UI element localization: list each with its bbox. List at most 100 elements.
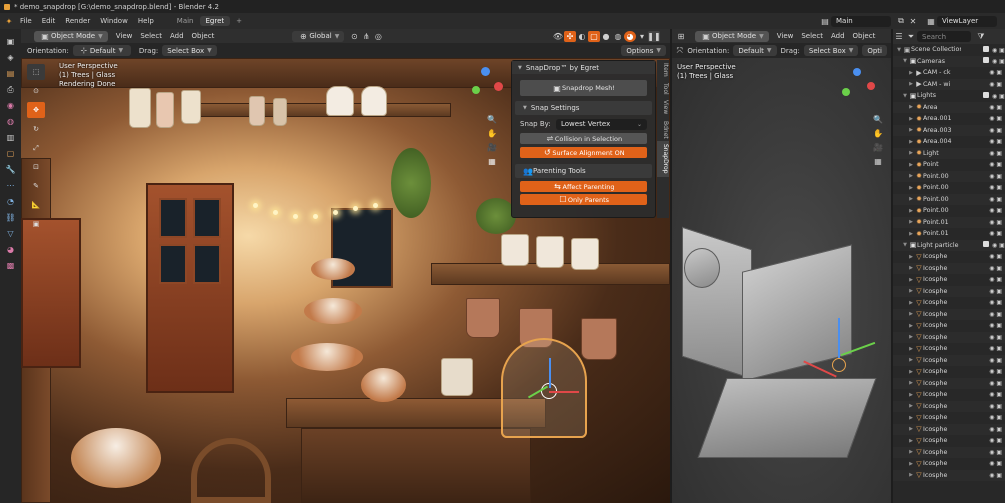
menu-view[interactable]: View [112, 32, 137, 40]
collision-in-selection-button[interactable]: ⇌ Collision in Selection [520, 133, 647, 144]
eye-camera-icon[interactable]: ◉ ▣ [989, 104, 1002, 111]
include-checkbox[interactable] [983, 91, 989, 98]
expand-chevron-icon[interactable]: ▶ [907, 323, 915, 329]
outliner-object-row[interactable]: ▶ ▽ Icosphe ◉ ▣ [893, 354, 1005, 366]
collapse-chevron-icon[interactable]: ▼ [518, 65, 522, 71]
expand-chevron-icon[interactable]: ▶ [907, 369, 915, 375]
outliner-object-row[interactable]: ▶ ✹ Area.004 ◉ ▣ [893, 136, 1005, 148]
snapdrop-mesh-button[interactable]: ▣ Snapdrop Mesh! [520, 80, 647, 96]
pause-render-icon[interactable]: ❚❚ [647, 30, 661, 42]
transform-icon[interactable]: ⤧ [674, 45, 685, 56]
outliner-object-row[interactable]: ▶ ▽ Icosphe ◉ ▣ [893, 274, 1005, 286]
eye-camera-icon[interactable]: ◉ ▣ [989, 322, 1002, 329]
menu-object[interactable]: Object [188, 32, 219, 40]
menu-edit[interactable]: Edit [37, 17, 61, 25]
snap-by-dropdown[interactable]: Lowest Vertex ⌄ [556, 118, 647, 130]
expand-chevron-icon[interactable]: ▶ [907, 380, 915, 386]
expand-chevron-icon[interactable]: ▶ [907, 472, 915, 478]
overlay-icon[interactable]: ◐ [576, 31, 588, 42]
visibility-toggles[interactable]: ◉ ▣ [983, 241, 1005, 249]
outliner-object-row[interactable]: ▶ ▶ CAM - ck ◉ ▣ [893, 67, 1005, 79]
navigation-gizmo[interactable] [466, 64, 506, 104]
material-icon[interactable]: ◕ [3, 243, 18, 256]
tab-egret[interactable]: Egret [199, 16, 231, 26]
expand-chevron-icon[interactable]: ▶ [907, 162, 915, 168]
drag-dropdown[interactable]: Select Box ▼ [162, 45, 217, 56]
include-checkbox[interactable] [983, 57, 989, 64]
gizmo-x-axis[interactable] [549, 391, 579, 393]
outliner-object-row[interactable]: ▶ ✹ Area ◉ ▣ [893, 101, 1005, 113]
outliner-object-row[interactable]: ▶ ✹ Point.01 ◉ ▣ [893, 228, 1005, 240]
eye-camera-icon[interactable]: ◉ ▣ [989, 288, 1002, 295]
right-menu-view[interactable]: View [773, 32, 798, 40]
expand-chevron-icon[interactable]: ▶ [907, 392, 915, 398]
gizmo-z-ball[interactable] [853, 68, 861, 76]
eye-camera-icon[interactable]: ◉ ▣ [989, 368, 1002, 375]
eye-camera-icon[interactable]: ◉ ▣ [989, 345, 1002, 352]
visibility-toggles[interactable]: ◉ ▣ [983, 161, 1005, 168]
orientation-dropdown[interactable]: ⊹ Default ▼ [72, 45, 131, 56]
visibility-toggles[interactable]: ◉ ▣ [983, 81, 1005, 88]
tab-tool[interactable]: Tool [657, 80, 669, 98]
affect-parenting-button[interactable]: ⇆ Affect Parenting [520, 181, 647, 192]
outliner-object-row[interactable]: ▶ ▽ Icosphe ◉ ▣ [893, 308, 1005, 320]
expand-chevron-icon[interactable]: ▼ [895, 47, 903, 53]
funnel-icon[interactable]: ⧩ [975, 31, 987, 42]
eye-camera-icon[interactable]: ◉ ▣ [989, 311, 1002, 318]
expand-chevron-icon[interactable]: ▶ [907, 438, 915, 444]
eye-camera-icon[interactable]: ◉ ▣ [989, 196, 1002, 203]
outliner-collection-row[interactable]: ▼ ▣ Light particle ◉ ▣ [893, 239, 1005, 251]
grid-view-icon[interactable]: ▦ [872, 156, 884, 167]
add-cube-tool-icon[interactable]: ▣ [27, 216, 45, 232]
outliner-object-row[interactable]: ▶ ✹ Point.00 ◉ ▣ [893, 193, 1005, 205]
copy-scene-icon[interactable]: ⧉ [895, 16, 907, 27]
tab-snapdrop[interactable]: SnapDrop [657, 141, 669, 177]
selected-dome-outline[interactable] [832, 358, 846, 372]
visibility-toggles[interactable]: ◉ ▣ [983, 219, 1005, 226]
eye-camera-icon[interactable]: ◉ ▣ [989, 299, 1002, 306]
expand-chevron-icon[interactable]: ▼ [901, 58, 909, 64]
proportional-edit-icon[interactable]: ◎ [372, 31, 384, 42]
zoom-icon[interactable]: 🔍 [486, 114, 498, 125]
eye-camera-icon[interactable]: ◉ ▣ [989, 115, 1002, 122]
expand-chevron-icon[interactable]: ▶ [907, 185, 915, 191]
gizmo-z-axis[interactable] [838, 318, 840, 358]
render-shading-icon[interactable]: ◕ [624, 30, 636, 42]
modifier-icon[interactable]: 🔧 [3, 163, 18, 176]
eye-camera-icon[interactable]: ◉ ▣ [989, 380, 1002, 387]
gizmo-y-ball[interactable] [472, 86, 480, 94]
eye-camera-icon[interactable]: ◉ ▣ [989, 437, 1002, 444]
gizmo-y-ball[interactable] [842, 88, 850, 96]
expand-chevron-icon[interactable]: ▶ [907, 426, 915, 432]
expand-chevron-icon[interactable]: ▶ [907, 219, 915, 225]
outliner-object-row[interactable]: ▶ ▽ Icosphe ◉ ▣ [893, 320, 1005, 332]
parenting-tools-section[interactable]: 👥 Parenting Tools [515, 164, 652, 178]
visibility-toggles[interactable]: ◉ ▣ [983, 115, 1005, 122]
outliner-object-row[interactable]: ▶ ▽ Icosphe ◉ ▣ [893, 262, 1005, 274]
visibility-icon[interactable]: 👁 [552, 31, 564, 42]
expand-chevron-icon[interactable]: ▶ [907, 81, 915, 87]
eye-camera-icon[interactable]: ◉ ▣ [989, 276, 1002, 283]
snap-icon[interactable]: ⋔ [360, 31, 372, 42]
visibility-toggles[interactable]: ◉ ▣ [983, 426, 1005, 433]
eye-camera-icon[interactable]: ◉ ▣ [989, 150, 1002, 157]
menu-render[interactable]: Render [60, 17, 95, 25]
expand-chevron-icon[interactable]: ▶ [907, 139, 915, 145]
solid-shading-icon[interactable]: ● [600, 31, 612, 42]
expand-chevron-icon[interactable]: ▶ [907, 104, 915, 110]
snap-settings-section[interactable]: ▼ Snap Settings [515, 101, 652, 115]
eye-camera-icon[interactable]: ◉ ▣ [989, 472, 1002, 479]
blender-menu-icon[interactable]: ✦ [3, 16, 15, 27]
tab-bdnet[interactable]: Bdnet [657, 118, 669, 142]
visibility-toggles[interactable]: ◉ ▣ [983, 311, 1005, 318]
outliner-object-row[interactable]: ▶ ✹ Area.001 ◉ ▣ [893, 113, 1005, 125]
visibility-toggles[interactable]: ◉ ▣ [983, 472, 1005, 479]
outliner-object-row[interactable]: ▶ ▽ Icosphe ◉ ▣ [893, 412, 1005, 424]
visibility-toggles[interactable]: ◉ ▣ [983, 276, 1005, 283]
gizmo-x-ball[interactable] [867, 82, 875, 90]
filter-icon[interactable]: ⏷ [905, 31, 917, 42]
visibility-toggles[interactable]: ◉ ▣ [983, 414, 1005, 421]
viewport-menu-icon[interactable]: ▣ [3, 35, 18, 48]
visibility-toggles[interactable]: ◉ ▣ [983, 184, 1005, 191]
visibility-toggles[interactable]: ◉ ▣ [983, 437, 1005, 444]
